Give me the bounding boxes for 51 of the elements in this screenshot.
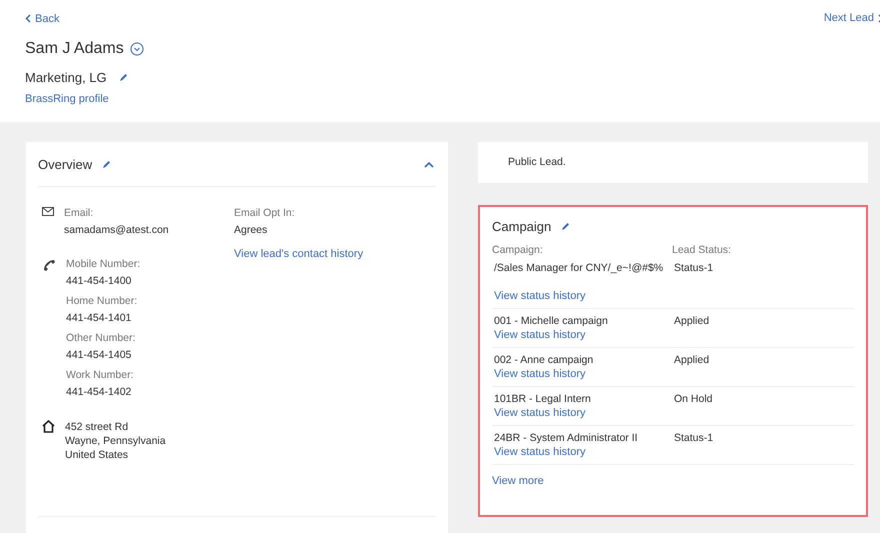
home-icon	[42, 420, 55, 433]
lead-name: Sam J Adams	[25, 40, 124, 58]
lead-status: Status-1	[674, 432, 714, 444]
next-lead-link[interactable]: Next Lead	[824, 12, 880, 24]
status-history-link[interactable]: View status history	[494, 407, 586, 419]
field-value: 441-454-1400	[66, 275, 132, 287]
lead-status: On Hold	[674, 393, 714, 405]
column-header: Campaign:	[492, 244, 544, 256]
field-value: 441-454-1401	[66, 312, 132, 324]
field-label: Other Number:	[66, 332, 136, 344]
field-label: Email Opt In:	[234, 207, 296, 219]
lead-status: Status-1	[674, 262, 714, 274]
address-line: United States	[65, 448, 130, 462]
field-label: Home Number:	[66, 295, 138, 307]
campaign-name: 24BR - System Administrator II	[494, 432, 639, 444]
lead-status: Applied	[674, 354, 710, 366]
collapse-icon[interactable]	[424, 160, 434, 168]
edit-icon	[102, 160, 112, 168]
campaign-name: /Sales Manager for CNY/_e~!@#$%	[494, 262, 664, 274]
phone-icon	[42, 258, 56, 272]
field-label: Email:	[64, 207, 94, 219]
edit-icon	[561, 222, 570, 231]
address-line: Wayne, Pennsylvania	[65, 434, 166, 448]
chevron-left-icon	[25, 14, 31, 23]
field-label: Mobile Number:	[66, 258, 140, 270]
status-history-link[interactable]: View status history	[494, 446, 586, 458]
campaign-name: 101BR - Legal Intern	[494, 393, 592, 405]
section-title: Overview	[38, 156, 92, 172]
view-more-link[interactable]: View more	[492, 475, 544, 487]
lead-title: Marketing, LG	[25, 70, 107, 85]
field-value: samadams@atest.con	[64, 224, 169, 236]
profile-link[interactable]: BrassRing profile	[25, 93, 109, 105]
lead-status: Applied	[674, 315, 710, 327]
status-history-link[interactable]: View status history	[494, 329, 586, 341]
back-link[interactable]: Back	[25, 12, 60, 24]
campaign-name: 001 - Michelle campaign	[494, 315, 609, 327]
section-title: Campaign	[492, 219, 552, 234]
status-history-link[interactable]: View status history	[494, 368, 586, 380]
field-label: Work Number:	[66, 369, 134, 381]
mail-icon	[42, 207, 54, 216]
dropdown-icon[interactable]	[130, 42, 144, 56]
edit-icon	[118, 73, 128, 82]
public-lead-text: Public Lead.	[478, 142, 868, 183]
contact-history-link[interactable]: View lead's contact history	[234, 248, 364, 260]
column-header: Lead Status:	[672, 244, 732, 256]
field-value: 441-454-1405	[66, 349, 132, 361]
status-history-link[interactable]: View status history	[494, 290, 586, 302]
field-value: Agrees	[234, 224, 268, 236]
field-value: 441-454-1402	[66, 386, 132, 398]
campaign-name: 002 - Anne campaign	[494, 354, 594, 366]
address-line: 452 street Rd	[65, 420, 130, 434]
